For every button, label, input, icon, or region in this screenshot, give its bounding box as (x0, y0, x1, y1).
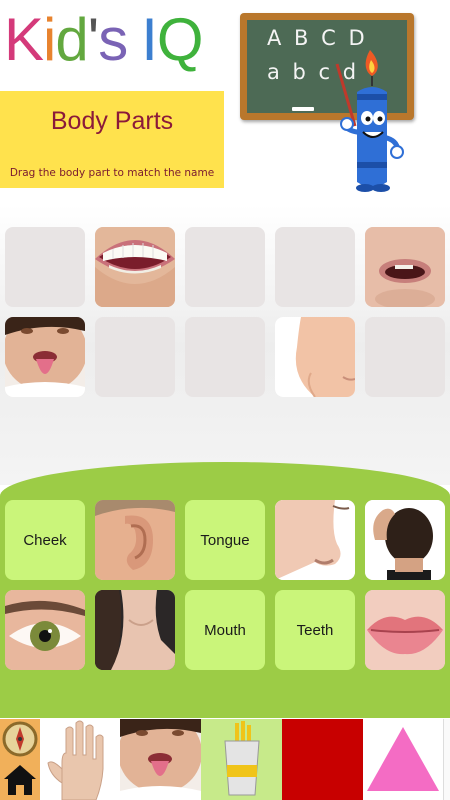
ear-image-icon (95, 500, 175, 580)
paint-cup-icon (224, 721, 260, 796)
drop-slot[interactable] (95, 317, 175, 397)
bottom-item-paint-cup[interactable] (201, 719, 282, 800)
logo-letter: d (55, 6, 88, 73)
name-label-tongue[interactable]: Tongue (185, 500, 265, 580)
logo-letter: I (141, 6, 158, 73)
app-root: Kid's IQ Body Parts Drag the body part t… (0, 0, 450, 800)
tongue-image-icon (5, 317, 85, 397)
nose-photo-tile[interactable] (275, 500, 355, 580)
crayon-mascot-icon (335, 50, 404, 192)
hair-image-icon (365, 500, 445, 580)
name-label-cheek[interactable]: Cheek (5, 500, 85, 580)
home-icon (4, 765, 36, 795)
page-title: Body Parts (50, 107, 174, 135)
bottom-item-red-square[interactable] (282, 719, 363, 800)
logo-letter: ' (87, 6, 100, 73)
app-logo: Kid's IQ (4, 6, 204, 74)
mouth-image-icon (365, 227, 445, 307)
logo-letter: Q (156, 6, 204, 73)
teeth-image-icon (95, 227, 175, 307)
mouth-photo-tile[interactable] (365, 227, 445, 307)
nose-image-icon (275, 500, 355, 580)
name-label-mouth[interactable]: Mouth (185, 590, 265, 670)
logo-letter: i (43, 6, 56, 73)
bottom-item-hand[interactable] (40, 719, 120, 800)
drop-slot[interactable] (5, 227, 85, 307)
bottom-item-pink-triangle[interactable] (363, 719, 443, 800)
logo-letter: K (4, 6, 44, 73)
instructions-text: Drag the body part to match the name (9, 167, 215, 179)
cheek-photo-tile[interactable] (275, 317, 355, 397)
title-box: Body Parts Drag the body part to match t… (0, 91, 224, 188)
drop-slot[interactable] (365, 317, 445, 397)
lips-photo-tile[interactable] (365, 590, 445, 670)
lips-image-icon (365, 590, 445, 670)
chalk-ledge (292, 107, 314, 111)
logo-letter: s (98, 6, 128, 73)
tongue-photo-tile[interactable] (5, 317, 85, 397)
header: Kid's IQ Body Parts Drag the body part t… (0, 0, 450, 205)
triangle-icon (367, 727, 439, 791)
bottom-item-tongue[interactable] (120, 719, 201, 800)
drop-slot[interactable] (185, 317, 265, 397)
hand-icon (47, 720, 104, 800)
home-button[interactable] (0, 719, 40, 800)
neck-image-icon (95, 590, 175, 670)
teeth-photo-tile[interactable] (95, 227, 175, 307)
drop-slot[interactable] (185, 227, 265, 307)
name-label-teeth[interactable]: Teeth (275, 590, 355, 670)
drop-slot[interactable] (275, 227, 355, 307)
eye-photo-tile[interactable] (5, 590, 85, 670)
neck-photo-tile[interactable] (95, 590, 175, 670)
bottom-toolbar (0, 719, 450, 800)
bottom-item-partial[interactable] (443, 719, 450, 800)
ear-photo-tile[interactable] (95, 500, 175, 580)
eye-image-icon (5, 590, 85, 670)
tongue-child-icon (120, 719, 201, 800)
hair-photo-tile[interactable] (365, 500, 445, 580)
cheek-image-icon (275, 317, 355, 397)
